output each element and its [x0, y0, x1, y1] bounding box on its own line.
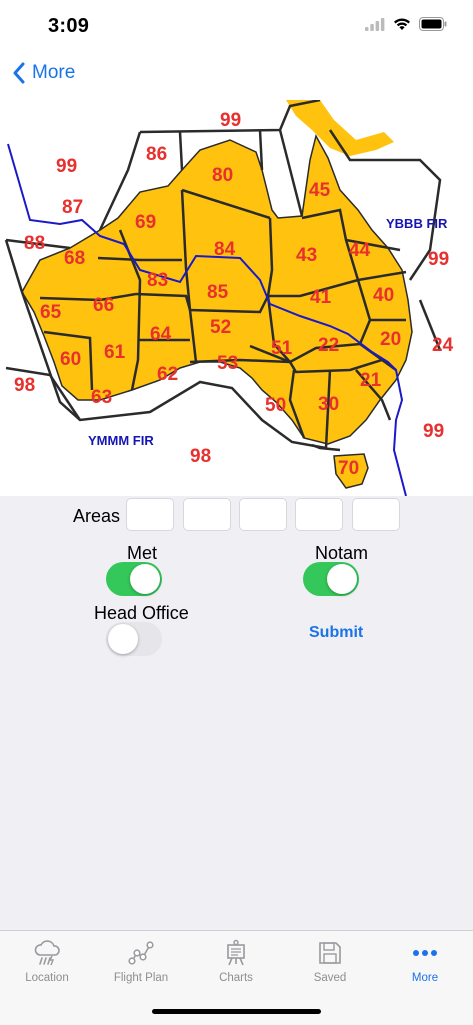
tab-more[interactable]: More	[378, 931, 472, 991]
area-label[interactable]: 98	[14, 375, 35, 396]
status-icons	[365, 17, 447, 31]
head-office-toggle[interactable]	[106, 622, 162, 656]
area-input-4[interactable]	[295, 498, 343, 531]
easel-icon	[227, 939, 245, 966]
area-label[interactable]: 52	[210, 317, 231, 338]
status-time: 3:09	[48, 15, 90, 37]
area-label[interactable]: 99	[423, 421, 444, 442]
tab-label: More	[411, 972, 439, 984]
area-label[interactable]: 80	[212, 165, 233, 186]
area-label[interactable]: 61	[104, 342, 126, 363]
area-label[interactable]: 98	[190, 446, 211, 467]
area-label[interactable]: 86	[146, 144, 167, 165]
area-label[interactable]: 40	[373, 285, 394, 306]
fir-label-ybbb: YBBB FIR	[386, 216, 448, 231]
areas-label: Areas	[73, 506, 121, 526]
area-input-2[interactable]	[183, 498, 231, 531]
area-label[interactable]: 50	[265, 395, 286, 416]
area-label[interactable]: 64	[150, 324, 172, 345]
signal-icon	[365, 18, 385, 31]
area-label[interactable]: 44	[349, 240, 371, 261]
area-label[interactable]: 43	[296, 245, 317, 266]
head-office-label: Head Office	[94, 603, 189, 623]
status-bar: 3:09	[0, 0, 473, 52]
notam-label: Notam	[315, 543, 369, 563]
tab-saved[interactable]: Saved	[283, 931, 377, 991]
area-map[interactable]: 99 86 99 80 87 69 88 68 45 84 43 44 99 6…	[0, 100, 473, 496]
area-label[interactable]: 51	[271, 338, 293, 359]
area-label[interactable]: 83	[147, 270, 168, 291]
top-end-shape	[286, 100, 394, 156]
met-label: Met	[127, 543, 158, 563]
toggle-knob	[108, 624, 138, 654]
area-label[interactable]: 20	[380, 329, 401, 350]
back-button-label: More	[32, 62, 76, 83]
area-label[interactable]: 99	[56, 156, 77, 177]
area-label[interactable]: 62	[157, 364, 178, 385]
area-label[interactable]: 60	[60, 349, 81, 370]
area-label[interactable]: 65	[40, 302, 62, 323]
areas-row: Areas	[0, 498, 473, 534]
area-label[interactable]: 70	[338, 458, 359, 479]
area-label[interactable]: 41	[310, 287, 332, 308]
area-label[interactable]: 99	[220, 110, 241, 131]
cloud-rain-icon	[34, 940, 60, 966]
area-label[interactable]: 88	[24, 233, 45, 254]
area-label[interactable]: 85	[207, 282, 229, 303]
area-label[interactable]: 87	[62, 197, 83, 218]
tab-label: Charts	[219, 972, 253, 984]
area-input-3[interactable]	[239, 498, 287, 531]
back-button[interactable]: More	[12, 62, 75, 84]
tab-label: Saved	[313, 972, 347, 984]
area-label[interactable]: 68	[64, 248, 85, 269]
area-label[interactable]: 66	[93, 295, 114, 316]
area-label[interactable]: 99	[428, 249, 449, 270]
area-input-1[interactable]	[126, 498, 174, 531]
navigation-bar: More	[0, 52, 473, 100]
tab-charts[interactable]: Charts	[189, 931, 283, 991]
area-label[interactable]: 53	[217, 353, 238, 374]
area-label[interactable]: 45	[309, 180, 331, 201]
submit-button[interactable]: Submit	[309, 624, 363, 642]
area-label[interactable]: 63	[91, 387, 112, 408]
floppy-disk-icon	[319, 942, 341, 964]
area-label[interactable]: 69	[135, 212, 156, 233]
australia-area-map: 99 86 99 80 87 69 88 68 45 84 43 44 99 6…	[4, 100, 454, 496]
area-label[interactable]: 21	[360, 370, 382, 391]
area-input-5[interactable]	[352, 498, 400, 531]
battery-icon	[419, 17, 447, 31]
met-toggle[interactable]	[106, 562, 162, 596]
toggle-knob	[130, 564, 160, 594]
tab-label: Location	[25, 972, 69, 984]
tab-flight-plan[interactable]: Flight Plan	[94, 931, 188, 991]
fir-label-ymmm: YMMM FIR	[88, 433, 154, 448]
notam-toggle[interactable]	[303, 562, 359, 596]
area-label[interactable]: 84	[214, 239, 236, 260]
ellipsis-icon	[413, 950, 437, 956]
area-label[interactable]: 22	[318, 335, 339, 356]
area-label[interactable]: 24	[432, 335, 454, 356]
wifi-icon	[394, 18, 410, 30]
tab-location[interactable]: Location	[0, 931, 94, 991]
home-indicator	[152, 1009, 321, 1014]
toggle-knob	[327, 564, 357, 594]
chevron-left-icon	[13, 62, 25, 84]
tab-label: Flight Plan	[113, 972, 169, 984]
area-label[interactable]: 30	[318, 394, 339, 415]
route-icon	[128, 941, 154, 965]
